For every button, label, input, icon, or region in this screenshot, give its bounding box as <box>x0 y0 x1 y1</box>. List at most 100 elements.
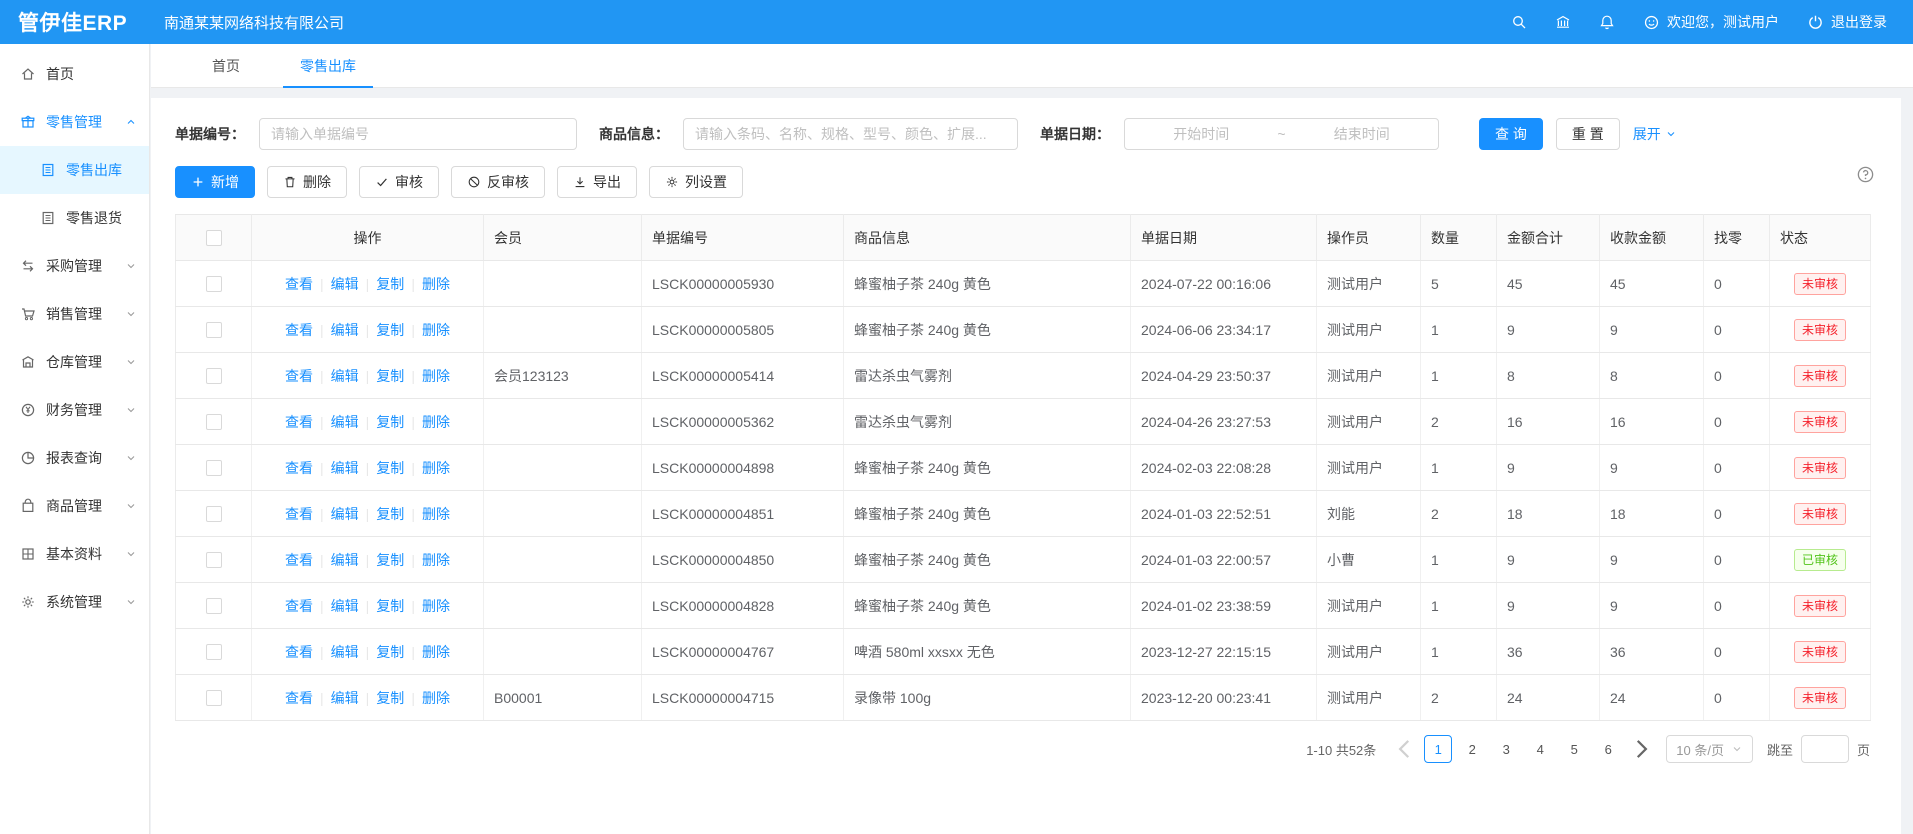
sidebar-item-system-management[interactable]: 系统管理 <box>0 578 149 626</box>
reset-button[interactable]: 重 置 <box>1556 118 1620 150</box>
row-checkbox[interactable] <box>206 598 222 614</box>
column-header[interactable]: 操作员 <box>1317 215 1421 261</box>
row-action-edit[interactable]: 编辑 <box>331 644 359 660</box>
page-number-5[interactable]: 5 <box>1560 735 1588 763</box>
select-all-checkbox[interactable] <box>206 230 222 246</box>
row-action-copy[interactable]: 复制 <box>376 644 404 660</box>
sidebar-item-warehouse-management[interactable]: 仓库管理 <box>0 338 149 386</box>
row-action-view[interactable]: 查看 <box>285 414 313 430</box>
page-number-3[interactable]: 3 <box>1492 735 1520 763</box>
row-action-delete[interactable]: 删除 <box>422 322 450 338</box>
row-action-copy[interactable]: 复制 <box>376 506 404 522</box>
export-button[interactable]: 导出 <box>557 166 637 198</box>
row-action-edit[interactable]: 编辑 <box>331 276 359 292</box>
row-action-edit[interactable]: 编辑 <box>331 690 359 706</box>
row-action-delete[interactable]: 删除 <box>422 460 450 476</box>
tab-retail-outbound[interactable]: 零售出库 <box>283 44 373 87</box>
sidebar-item-purchase-management[interactable]: 采购管理 <box>0 242 149 290</box>
row-action-view[interactable]: 查看 <box>285 598 313 614</box>
row-action-view[interactable]: 查看 <box>285 460 313 476</box>
row-action-copy[interactable]: 复制 <box>376 552 404 568</box>
search-button[interactable]: 查 询 <box>1479 118 1543 150</box>
sidebar-item-retail-return[interactable]: 零售退货 <box>0 194 149 242</box>
row-checkbox[interactable] <box>206 368 222 384</box>
column-settings-button[interactable]: 列设置 <box>649 166 743 198</box>
row-action-delete[interactable]: 删除 <box>422 690 450 706</box>
sidebar-item-goods-management[interactable]: 商品管理 <box>0 482 149 530</box>
column-header[interactable]: 金额合计 <box>1497 215 1600 261</box>
logout-button[interactable]: 退出登录 <box>1807 12 1887 32</box>
row-action-delete[interactable]: 删除 <box>422 598 450 614</box>
row-action-copy[interactable]: 复制 <box>376 598 404 614</box>
row-action-delete[interactable]: 删除 <box>422 552 450 568</box>
date-range-picker[interactable]: 开始时间 ~ 结束时间 <box>1124 118 1439 150</box>
column-header[interactable]: 收款金额 <box>1600 215 1704 261</box>
row-action-delete[interactable]: 删除 <box>422 506 450 522</box>
row-action-copy[interactable]: 复制 <box>376 460 404 476</box>
column-header[interactable]: 会员 <box>484 215 642 261</box>
row-action-view[interactable]: 查看 <box>285 644 313 660</box>
column-header[interactable]: 操作 <box>252 215 484 261</box>
row-action-edit[interactable]: 编辑 <box>331 368 359 384</box>
row-action-edit[interactable]: 编辑 <box>331 598 359 614</box>
page-number-2[interactable]: 2 <box>1458 735 1486 763</box>
help-icon[interactable] <box>1856 165 1875 184</box>
row-action-view[interactable]: 查看 <box>285 276 313 292</box>
column-header[interactable]: 单据编号 <box>642 215 844 261</box>
sidebar-item-retail-outbound[interactable]: 零售出库 <box>0 146 149 194</box>
column-header[interactable]: 单据日期 <box>1131 215 1317 261</box>
row-action-copy[interactable]: 复制 <box>376 414 404 430</box>
add-button[interactable]: 新增 <box>175 166 255 198</box>
notification-bell-icon[interactable] <box>1599 14 1615 30</box>
page-size-select[interactable]: 10 条/页 <box>1666 735 1753 763</box>
row-action-edit[interactable]: 编辑 <box>331 552 359 568</box>
row-action-view[interactable]: 查看 <box>285 506 313 522</box>
row-checkbox[interactable] <box>206 322 222 338</box>
row-action-copy[interactable]: 复制 <box>376 276 404 292</box>
row-action-edit[interactable]: 编辑 <box>331 506 359 522</box>
row-checkbox[interactable] <box>206 414 222 430</box>
bill-no-input[interactable] <box>259 118 577 150</box>
row-action-copy[interactable]: 复制 <box>376 690 404 706</box>
expand-link[interactable]: 展开 <box>1633 124 1677 144</box>
bank-icon[interactable] <box>1555 14 1571 30</box>
page-number-4[interactable]: 4 <box>1526 735 1554 763</box>
row-action-view[interactable]: 查看 <box>285 552 313 568</box>
product-info-input[interactable] <box>683 118 1018 150</box>
audit-button[interactable]: 审核 <box>359 166 439 198</box>
welcome-user[interactable]: 欢迎您，测试用户 <box>1643 12 1779 32</box>
column-header[interactable]: 状态 <box>1770 215 1871 261</box>
jump-page-input[interactable] <box>1801 735 1849 763</box>
next-page-icon[interactable] <box>1628 735 1654 763</box>
row-checkbox[interactable] <box>206 460 222 476</box>
search-icon[interactable] <box>1511 14 1527 30</box>
row-action-copy[interactable]: 复制 <box>376 368 404 384</box>
row-checkbox[interactable] <box>206 276 222 292</box>
unaudit-button[interactable]: 反审核 <box>451 166 545 198</box>
sidebar-item-home[interactable]: 首页 <box>0 50 149 98</box>
row-action-copy[interactable]: 复制 <box>376 322 404 338</box>
delete-button[interactable]: 删除 <box>267 166 347 198</box>
row-action-delete[interactable]: 删除 <box>422 414 450 430</box>
page-number-1[interactable]: 1 <box>1424 735 1452 763</box>
page-number-6[interactable]: 6 <box>1594 735 1622 763</box>
row-checkbox[interactable] <box>206 690 222 706</box>
column-header[interactable]: 找零 <box>1704 215 1770 261</box>
sidebar-item-report-query[interactable]: 报表查询 <box>0 434 149 482</box>
column-header[interactable]: 数量 <box>1421 215 1497 261</box>
sidebar-item-retail-management[interactable]: 零售管理 <box>0 98 149 146</box>
row-action-delete[interactable]: 删除 <box>422 276 450 292</box>
row-action-delete[interactable]: 删除 <box>422 368 450 384</box>
sidebar-item-sales-management[interactable]: 销售管理 <box>0 290 149 338</box>
sidebar-item-basic-data[interactable]: 基本资料 <box>0 530 149 578</box>
column-header[interactable]: 商品信息 <box>844 215 1131 261</box>
row-action-edit[interactable]: 编辑 <box>331 414 359 430</box>
row-action-view[interactable]: 查看 <box>285 322 313 338</box>
row-action-view[interactable]: 查看 <box>285 690 313 706</box>
row-checkbox[interactable] <box>206 644 222 660</box>
sidebar-item-finance-management[interactable]: 财务管理 <box>0 386 149 434</box>
row-checkbox[interactable] <box>206 552 222 568</box>
row-action-edit[interactable]: 编辑 <box>331 322 359 338</box>
row-action-delete[interactable]: 删除 <box>422 644 450 660</box>
row-action-edit[interactable]: 编辑 <box>331 460 359 476</box>
